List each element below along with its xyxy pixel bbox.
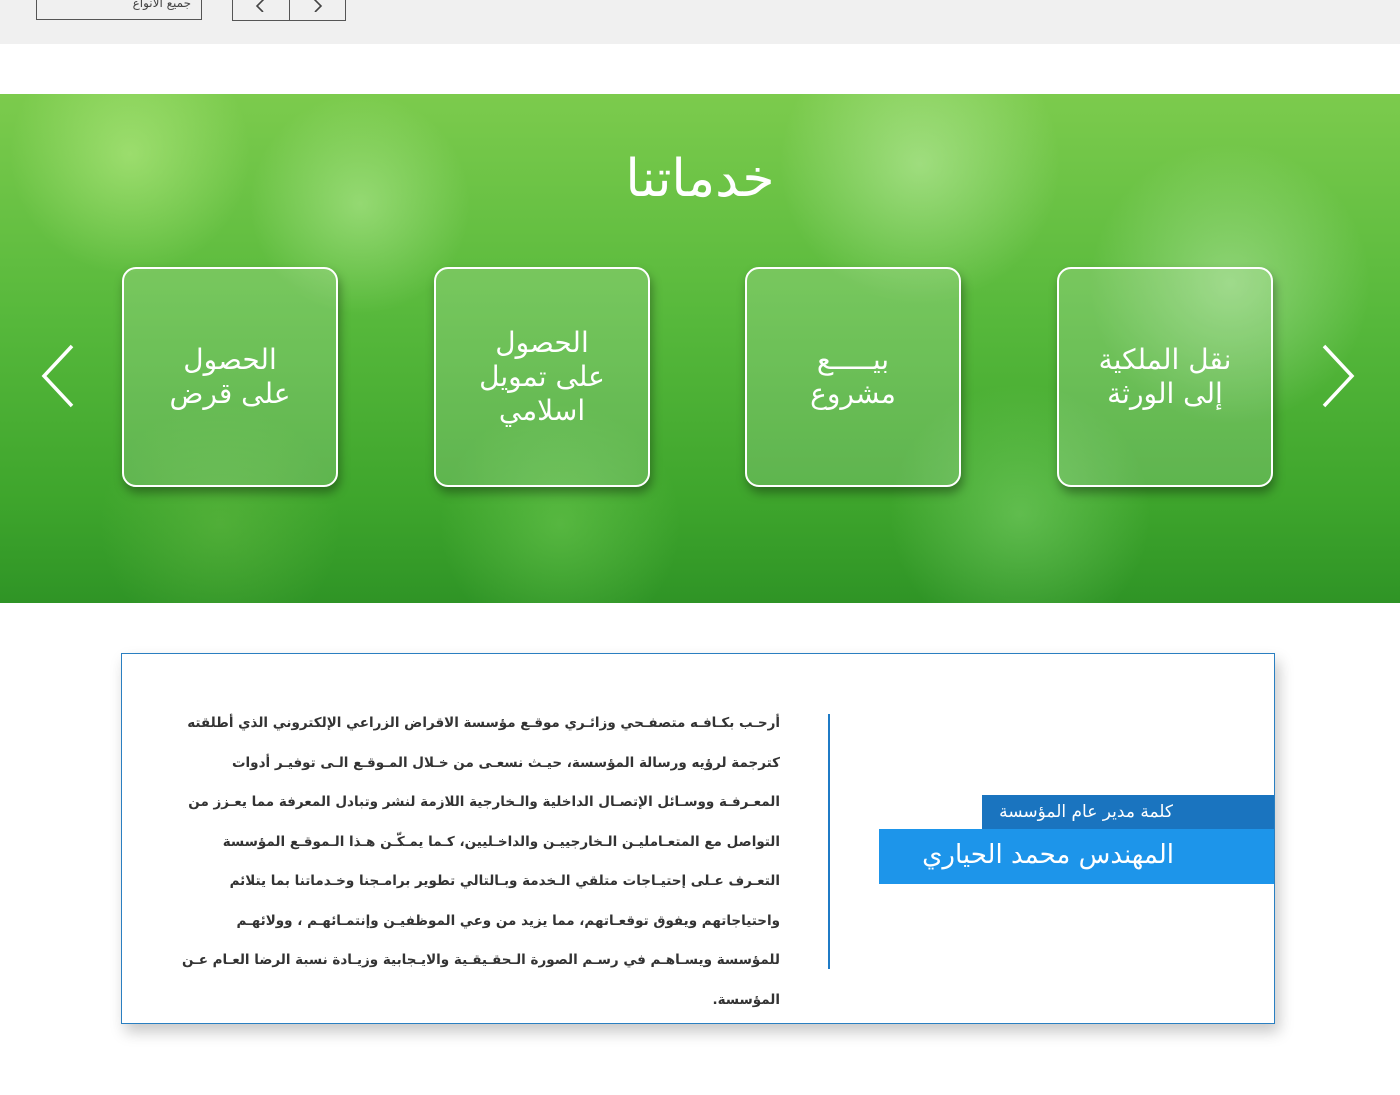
chevron-left-icon: [41, 344, 74, 408]
service-card-label: بيـــــع مشروع: [810, 343, 896, 410]
service-card-label: الحصول على قرض: [169, 343, 291, 410]
top-pager: [232, 0, 346, 21]
service-card-ownership-transfer[interactable]: نقل الملكية إلى الورثة: [1057, 267, 1273, 487]
chevron-right-icon: [314, 0, 323, 12]
director-message-section: أرحـب بكـافـه متصفـحي وزائـري موقـع مؤسس…: [121, 653, 1275, 1024]
services-section: خدماتنا الحصول على قرض الحصول على تمويل …: [0, 94, 1400, 603]
director-caption: كلمة مدير عام المؤسسة: [982, 795, 1274, 829]
service-card-label: الحصول على تمويل اسلامي: [479, 326, 605, 427]
service-card-loan[interactable]: الحصول على قرض: [122, 267, 338, 487]
chevron-left-icon: [255, 0, 264, 12]
service-card-project-sale[interactable]: بيـــــع مشروع: [745, 267, 961, 487]
director-name: المهندس محمد الحياري: [879, 829, 1274, 884]
services-title: خدماتنا: [625, 149, 775, 209]
service-card-label: نقل الملكية إلى الورثة: [1098, 343, 1232, 410]
director-message-text: أرحـب بكـافـه متصفـحي وزائـري موقـع مؤسس…: [181, 715, 780, 1008]
services-next-button[interactable]: [1318, 344, 1356, 408]
top-next-button[interactable]: [288, 0, 346, 20]
type-select[interactable]: جميع الأنواع: [36, 0, 202, 20]
service-card-islamic-finance[interactable]: الحصول على تمويل اسلامي: [434, 267, 650, 487]
director-divider: [828, 714, 830, 969]
top-prev-button[interactable]: [233, 0, 289, 20]
top-toolbar: جميع الأنواع: [0, 0, 1400, 44]
services-prev-button[interactable]: [40, 344, 78, 408]
chevron-right-icon: [1322, 344, 1355, 408]
